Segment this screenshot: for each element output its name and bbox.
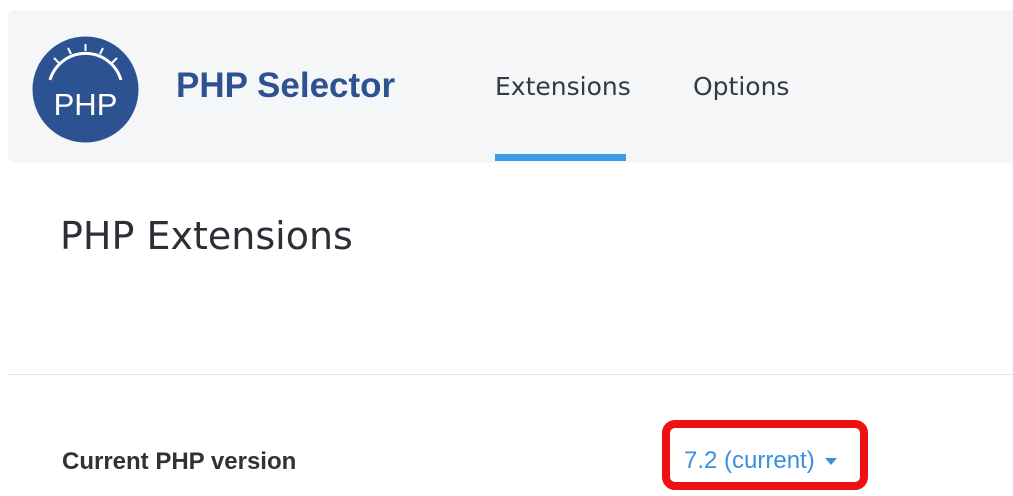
app-title: PHP Selector xyxy=(176,66,396,105)
current-php-version-label: Current PHP version xyxy=(62,448,297,475)
php-logo-icon: PHP xyxy=(32,36,139,143)
logo-text: PHP xyxy=(54,87,118,122)
tab-extensions[interactable]: Extensions xyxy=(495,72,631,101)
section-divider xyxy=(8,374,1013,375)
caret-down-icon xyxy=(824,457,837,465)
php-version-value: 7.2 (current) xyxy=(684,447,815,474)
page-title: PHP Extensions xyxy=(60,214,353,258)
active-tab-indicator xyxy=(495,154,626,161)
php-version-dropdown[interactable]: 7.2 (current) xyxy=(684,447,837,475)
app-header: PHP PHP Selector Extensions Options xyxy=(8,10,1013,163)
tab-options[interactable]: Options xyxy=(693,72,789,101)
